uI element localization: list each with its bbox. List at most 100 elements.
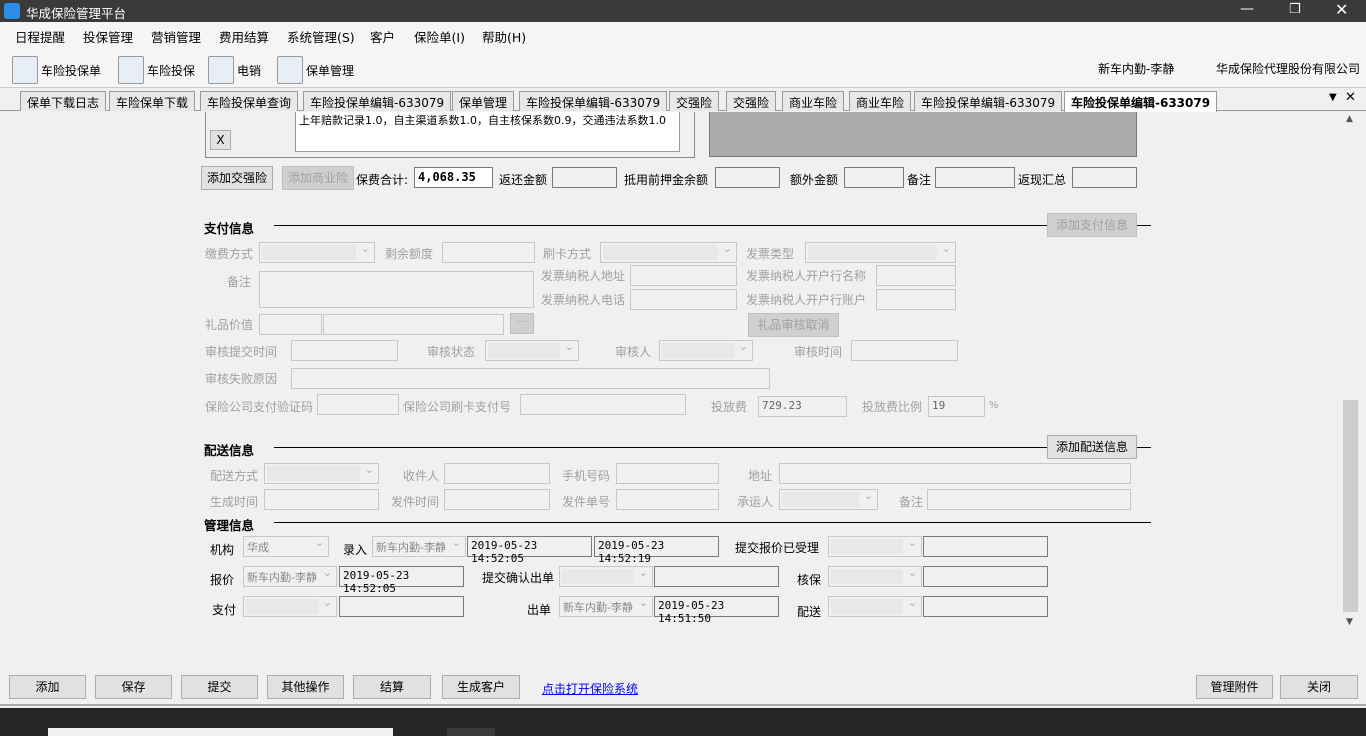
tab[interactable]: 车险投保单查询 [200, 91, 299, 111]
other-actions-button[interactable]: 其他操作 [267, 675, 344, 699]
tab[interactable]: 商业车险 [782, 91, 845, 111]
close-tab-icon[interactable]: ✕ [1345, 90, 1356, 105]
toolbar-policy-mgmt[interactable]: 保单管理 [277, 56, 354, 84]
phone-input[interactable] [616, 463, 719, 484]
menu-insure[interactable]: 投保管理 [83, 27, 133, 46]
add-delivery-button[interactable]: 添加配送信息 [1047, 435, 1137, 459]
address-input[interactable] [779, 463, 1131, 484]
audit-fail-label: 审核失败原因 [205, 372, 278, 386]
tab-list-icon[interactable]: ▼ [1329, 92, 1337, 103]
menu-customer[interactable]: 客户 [370, 27, 395, 46]
confirm-issue-select[interactable] [559, 566, 653, 587]
taxpayer-phone-input[interactable] [630, 289, 737, 310]
generate-customer-button[interactable]: 生成客户 [442, 675, 520, 699]
card-method-select[interactable] [600, 242, 737, 263]
quote-accepted-select[interactable] [828, 536, 922, 557]
scrollbar-thumb[interactable] [1343, 400, 1358, 612]
menu-system[interactable]: 系统管理(S) [287, 27, 355, 46]
tab[interactable]: 商业车险 [849, 91, 912, 111]
deliver-select[interactable] [828, 596, 922, 617]
card-pay-no-input[interactable] [520, 394, 686, 415]
vertical-scrollbar[interactable]: ▲ ▼ [1342, 112, 1359, 632]
fee-value[interactable]: 729.23 [758, 396, 847, 417]
fee-ratio-value[interactable]: 19 [928, 396, 985, 417]
confirm-issue-label: 提交确认出单 [482, 571, 555, 585]
carrier-select[interactable] [779, 489, 878, 510]
menu-help[interactable]: 帮助(H) [482, 27, 526, 46]
tab[interactable]: 保单管理 [452, 91, 515, 111]
tab[interactable]: 交强险 [669, 91, 720, 111]
extra-input[interactable] [844, 167, 904, 188]
pay-method-select[interactable] [259, 242, 375, 263]
add-payment-button[interactable]: 添加支付信息 [1047, 213, 1137, 237]
tab[interactable]: 车险投保单编辑-633079 [519, 91, 668, 111]
gen-time-input[interactable] [264, 489, 379, 510]
send-no-input[interactable] [616, 489, 719, 510]
pay-select[interactable] [243, 596, 337, 617]
cashback-input[interactable] [1072, 167, 1137, 188]
settle-button[interactable]: 结算 [353, 675, 431, 699]
gift-value-input[interactable] [259, 314, 322, 335]
restore-icon[interactable]: ❐ [1289, 2, 1301, 17]
remark-text[interactable]: 上年赔款记录1.0，自主渠道系数1.0，自主核保系数0.9，交通违法系数1.0 [295, 112, 680, 152]
audit-status-select[interactable] [485, 340, 579, 361]
receiver-input[interactable] [444, 463, 550, 484]
taskbar-item[interactable] [447, 728, 495, 736]
manage-attachments-button[interactable]: 管理附件 [1196, 675, 1273, 699]
gift-browse-button[interactable]: ··· [510, 313, 534, 334]
auditor-select[interactable] [659, 340, 753, 361]
issue-user-select[interactable]: 新车内勤-李静 [559, 596, 653, 617]
scroll-down-icon[interactable]: ▼ [1346, 617, 1353, 627]
refund-input[interactable] [552, 167, 617, 188]
menu-marketing[interactable]: 营销管理 [151, 27, 201, 46]
deliver-time [923, 596, 1048, 617]
audit-time-input[interactable] [851, 340, 958, 361]
pay-time [339, 596, 464, 617]
minimize-icon[interactable]: — [1240, 1, 1254, 17]
submit-button[interactable]: 提交 [181, 675, 258, 699]
audit-fail-input[interactable] [291, 368, 770, 389]
menu-settlement[interactable]: 费用结算 [219, 27, 269, 46]
taxpayer-addr-input[interactable] [630, 265, 737, 286]
tab[interactable]: 车险投保单编辑-633079 [914, 91, 1063, 111]
delivery-method-select[interactable] [264, 463, 379, 484]
delivery-note-input[interactable] [927, 489, 1131, 510]
verify-code-input[interactable] [317, 394, 399, 415]
note-input[interactable] [935, 167, 1015, 188]
tab[interactable]: 保单下载日志 [20, 91, 107, 111]
audit-submit-input[interactable] [291, 340, 398, 361]
quote-user-select[interactable]: 新车内勤-李静 [243, 566, 337, 587]
save-button[interactable]: 保存 [95, 675, 172, 699]
deposit-input[interactable] [715, 167, 780, 188]
remaining-input[interactable] [442, 242, 535, 263]
taskbar-search[interactable] [48, 728, 393, 736]
org-select[interactable]: 华成 [243, 536, 329, 557]
toolbar-car-insure[interactable]: 车险投保 [118, 56, 195, 84]
total-label: 保费合计: [356, 173, 409, 187]
add-commercial-button[interactable]: 添加商业险 [282, 166, 354, 190]
tab[interactable]: 车险投保单编辑-633079 [303, 91, 452, 111]
tab[interactable]: 车险保单下载 [109, 91, 196, 111]
taxpayer-account-input[interactable] [876, 289, 956, 310]
close-window-icon[interactable]: ✕ [1335, 0, 1348, 19]
gift-desc-input[interactable] [323, 314, 504, 335]
menu-policy[interactable]: 保险单(I) [414, 27, 465, 46]
close-button[interactable]: 关闭 [1280, 675, 1358, 699]
add-button[interactable]: 添加 [9, 675, 86, 699]
invoice-type-select[interactable] [805, 242, 956, 263]
payment-note-textarea[interactable] [259, 271, 534, 308]
toolbar-car-proposal[interactable]: 车险投保单 [12, 56, 101, 84]
toolbar-telesales[interactable]: 电销 [208, 56, 261, 84]
open-insurance-system-link[interactable]: 点击打开保险系统 [542, 680, 638, 697]
taxpayer-bank-input[interactable] [876, 265, 956, 286]
tab-active[interactable]: 车险投保单编辑-633079 [1064, 91, 1218, 112]
remove-button[interactable]: X [210, 130, 231, 150]
send-time-input[interactable] [444, 489, 550, 510]
entry-user-select[interactable]: 新车内勤-李静 [372, 536, 466, 557]
gift-cancel-button[interactable]: 礼品审核取消 [748, 313, 839, 337]
add-compulsory-button[interactable]: 添加交强险 [201, 166, 273, 190]
underwrite-select[interactable] [828, 566, 922, 587]
tab[interactable]: 交强险 [726, 91, 777, 111]
scroll-up-icon[interactable]: ▲ [1346, 114, 1353, 124]
menu-schedule[interactable]: 日程提醒 [15, 27, 65, 46]
